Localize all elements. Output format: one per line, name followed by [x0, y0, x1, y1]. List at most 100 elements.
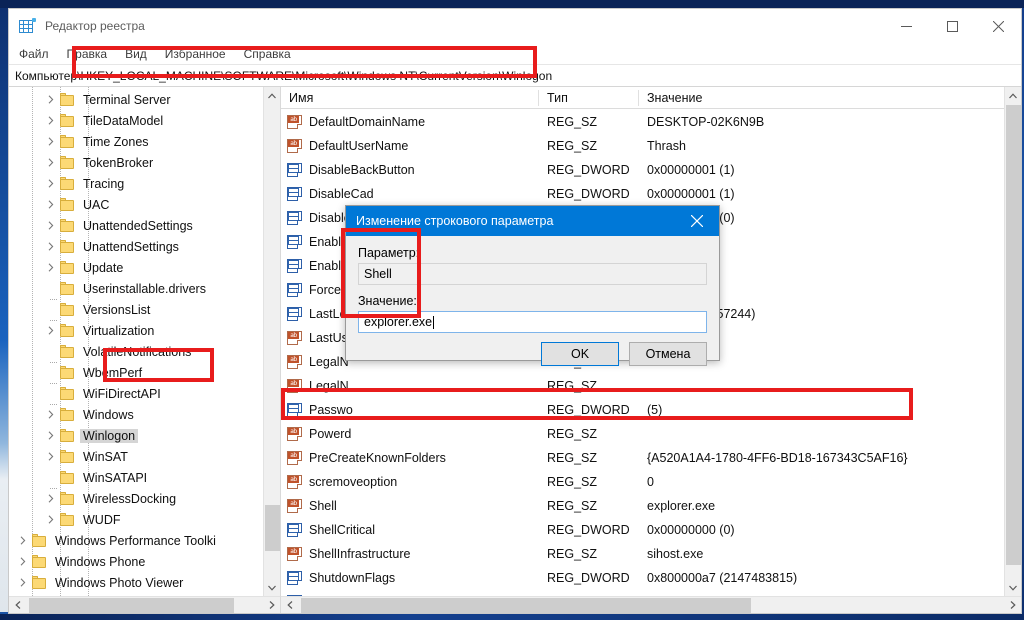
tree-vertical-scrollbar[interactable] [263, 87, 280, 596]
menu-item-edit[interactable]: Правка [67, 47, 108, 61]
menu-item-file[interactable]: Файл [19, 47, 49, 61]
chevron-right-icon[interactable] [43, 452, 59, 461]
values-scroll-right-icon[interactable] [1004, 597, 1021, 614]
value-name-text: LegalN [309, 355, 349, 369]
chevron-right-icon[interactable] [15, 578, 31, 587]
dialog-title-bar[interactable]: Изменение строкового параметра [346, 206, 719, 236]
column-header-type[interactable]: Тип [539, 87, 639, 109]
tree-node-uac[interactable]: UAC [9, 194, 263, 215]
tree-node-wifidirectapi[interactable]: WiFiDirectAPI [9, 383, 263, 405]
column-header-name[interactable]: Имя [281, 87, 539, 109]
maximize-button[interactable] [929, 9, 975, 43]
table-row[interactable]: ShellCritical REG_DWORD 0x00000000 (0) [281, 518, 1004, 542]
table-row[interactable]: DisableCad REG_DWORD 0x00000001 (1) [281, 182, 1004, 206]
address-bar[interactable]: Компьютер\ HKEY_LOCAL_MACHINE\SOFTWARE\M… [9, 65, 1021, 87]
ok-button[interactable]: OK [541, 342, 619, 366]
tree-node-userinstallable-drivers[interactable]: Userinstallable.drivers [9, 278, 263, 300]
dialog-close-icon[interactable] [675, 206, 719, 236]
tree-scroll-up-icon[interactable] [264, 87, 281, 104]
tree-scrollbar-thumb[interactable] [265, 505, 280, 551]
tree-node-update[interactable]: Update [9, 257, 263, 278]
table-row[interactable]: ab DefaultDomainName REG_SZ DESKTOP-02K6N9B [281, 110, 1004, 134]
values-horizontal-scrollbar[interactable] [281, 596, 1021, 613]
value-data-cell: explorer.exe [647, 499, 716, 513]
chevron-right-icon[interactable] [43, 95, 59, 104]
values-scroll-up-icon[interactable] [1005, 87, 1022, 104]
chevron-right-icon[interactable] [15, 536, 31, 545]
tree-node-tokenbroker[interactable]: TokenBroker [9, 152, 263, 173]
title-bar[interactable]: Редактор реестра [9, 9, 1021, 43]
chevron-right-icon[interactable] [43, 200, 59, 209]
table-row[interactable]: DisableBackButton REG_DWORD 0x00000001 (1) [281, 158, 1004, 182]
chevron-right-icon[interactable] [43, 221, 59, 230]
chevron-right-icon[interactable] [43, 431, 59, 440]
chevron-right-icon[interactable] [43, 326, 59, 335]
chevron-right-icon[interactable] [43, 137, 59, 146]
param-name-field[interactable]: Shell [358, 263, 707, 285]
table-row[interactable]: ab ShellInfrastructure REG_SZ sihost.exe [281, 542, 1004, 566]
values-scroll-down-icon[interactable] [1005, 579, 1022, 596]
tree-scroll-down-icon[interactable] [264, 579, 281, 596]
tree-node-windows-phone[interactable]: Windows Phone [9, 551, 263, 572]
minimize-button[interactable] [883, 9, 929, 43]
close-button[interactable] [975, 9, 1021, 43]
tree-node-windows-performance-toolki[interactable]: Windows Performance Toolki [9, 530, 263, 551]
string-value-icon: ab [287, 355, 302, 369]
menu-item-favorites[interactable]: Избранное [165, 47, 226, 61]
chevron-right-icon[interactable] [43, 158, 59, 167]
tree-scroll-left-icon[interactable] [9, 597, 26, 614]
values-scrollbar-thumb[interactable] [1006, 105, 1021, 565]
table-row[interactable]: ab DefaultUserName REG_SZ Thrash [281, 134, 1004, 158]
tree-node-time-zones[interactable]: Time Zones [9, 131, 263, 152]
chevron-right-icon[interactable] [43, 410, 59, 419]
edit-string-dialog: Изменение строкового параметра Параметр:… [345, 205, 720, 366]
values-vertical-scrollbar[interactable] [1004, 87, 1021, 596]
cancel-button[interactable]: Отмена [629, 342, 707, 366]
menu-item-help[interactable]: Справка [244, 47, 291, 61]
chevron-right-icon[interactable] [43, 515, 59, 524]
value-name-text: DisableCad [309, 187, 374, 201]
tree-node-windows[interactable]: Windows [9, 404, 263, 425]
param-value-field[interactable]: explorer.exe [358, 311, 707, 333]
chevron-right-icon[interactable] [43, 263, 59, 272]
tree-node-winsat[interactable]: WinSAT [9, 446, 263, 467]
tree-node-unattendsettings[interactable]: UnattendSettings [9, 236, 263, 257]
tree-node-unattendedsettings[interactable]: UnattendedSettings [9, 215, 263, 236]
chevron-right-icon[interactable] [43, 242, 59, 251]
tree-horizontal-scrollbar[interactable] [9, 596, 280, 613]
table-row[interactable]: Passwo REG_DWORD (5) [281, 398, 1004, 422]
tree-node-label: Winlogon [80, 428, 139, 443]
value-type-cell: REG_SZ [547, 115, 598, 129]
menu-item-view[interactable]: Вид [125, 47, 147, 61]
values-scroll-left-icon[interactable] [281, 597, 298, 614]
chevron-right-icon[interactable] [43, 179, 59, 188]
tree-node-virtualization[interactable]: Virtualization [9, 320, 263, 341]
table-row[interactable]: ab Powerd REG_SZ [281, 422, 1004, 446]
chevron-right-icon[interactable] [43, 116, 59, 125]
table-row[interactable]: ShutdownFlags REG_DWORD 0x800000a7 (214748… [281, 566, 1004, 590]
column-header-value[interactable]: Значение [639, 87, 1004, 109]
values-hscroll-thumb[interactable] [301, 598, 751, 613]
tree-node-terminal-server[interactable]: Terminal Server [9, 89, 263, 110]
chevron-right-icon[interactable] [15, 557, 31, 566]
dword-value-icon [287, 307, 302, 321]
tree-node-wudf[interactable]: WUDF [9, 509, 263, 530]
tree-node-tiledatamodel[interactable]: TileDataModel [9, 110, 263, 131]
tree-hscroll-thumb[interactable] [29, 598, 234, 613]
tree-node-wirelessdocking[interactable]: WirelessDocking [9, 488, 263, 509]
tree-node-volatilenotifications[interactable]: VolatileNotifications [9, 341, 263, 363]
table-row[interactable]: ab scremoveoption REG_SZ 0 [281, 470, 1004, 494]
address-path-text[interactable]: HKEY_LOCAL_MACHINE\SOFTWARE\Microsoft\Wi… [80, 69, 552, 83]
chevron-right-icon[interactable] [43, 494, 59, 503]
table-row[interactable]: ab PreCreateKnownFolders REG_SZ {A520A1A4-1… [281, 446, 1004, 470]
tree-node-winlogon[interactable]: Winlogon [9, 425, 263, 446]
tree-scroll-right-icon[interactable] [263, 597, 280, 614]
tree-node-versionslist[interactable]: VersionsList [9, 299, 263, 321]
value-data-cell: sihost.exe [647, 547, 704, 561]
table-row[interactable]: ab Shell REG_SZ explorer.exe [281, 494, 1004, 518]
tree-node-wbemperf[interactable]: WbemPerf [9, 362, 263, 384]
tree-node-tracing[interactable]: Tracing [9, 173, 263, 194]
tree-node-winsatapi[interactable]: WinSATAPI [9, 467, 263, 489]
tree-node-windows-photo-viewer[interactable]: Windows Photo Viewer [9, 572, 263, 593]
value-name-text: Passwo [309, 403, 353, 417]
